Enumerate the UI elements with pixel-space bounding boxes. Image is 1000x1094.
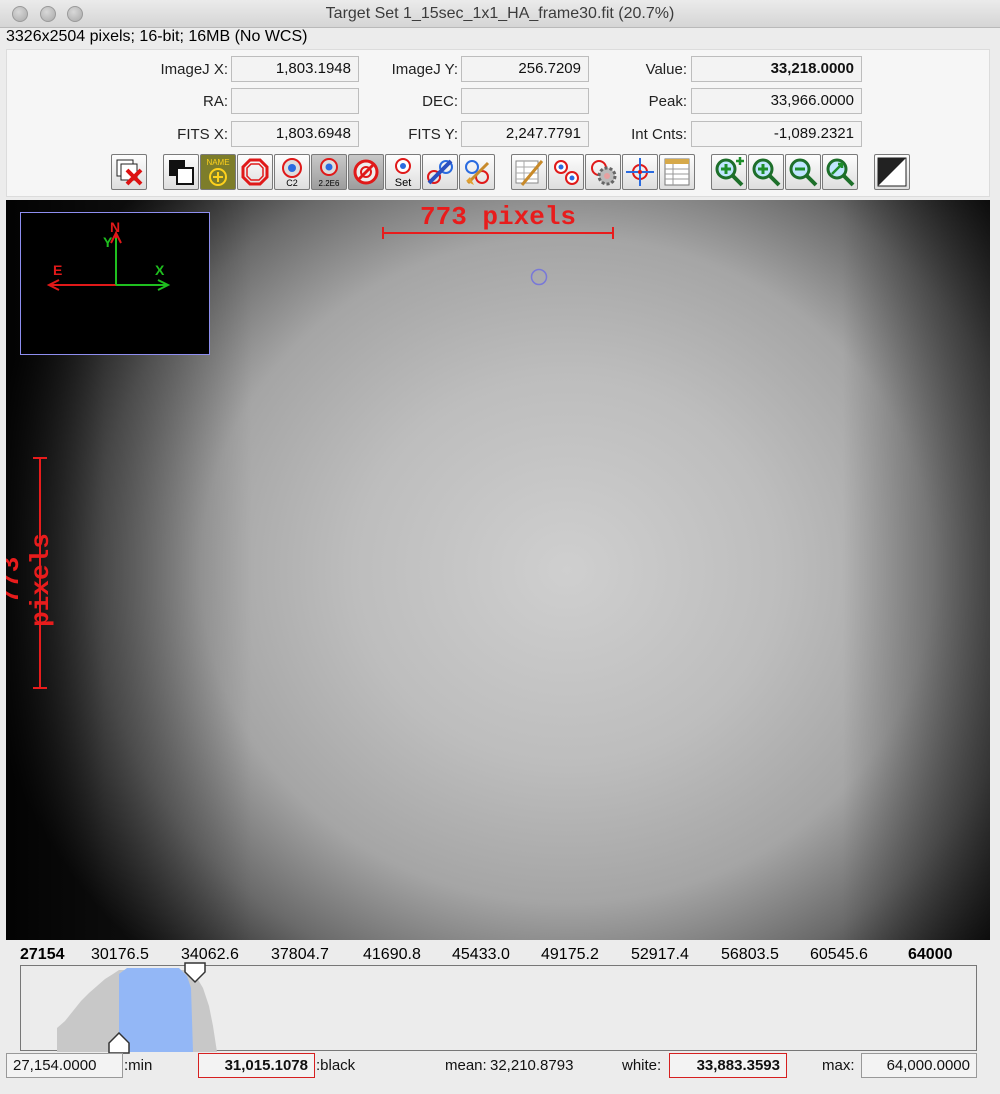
value-label: Value:	[645, 61, 687, 78]
histogram-tick: 49175.2	[541, 946, 599, 963]
zoom-in-icon	[752, 158, 781, 187]
histogram-tick: 37804.7	[271, 946, 329, 963]
histogram-tick: 30176.5	[91, 946, 149, 963]
window-title: Target Set 1_15sec_1x1_HA_frame30.fit (2…	[325, 5, 675, 22]
fits-x-field[interactable]: 1,803.6948	[231, 121, 359, 147]
pencil-aperture-icon	[427, 159, 453, 185]
multi-aperture-button[interactable]	[548, 154, 584, 190]
photometry-settings-button[interactable]	[585, 154, 621, 190]
invert-display-button[interactable]	[874, 154, 910, 190]
table-icon	[664, 158, 690, 186]
histogram-tick: 52917.4	[631, 946, 689, 963]
black-label: :black	[316, 1057, 356, 1074]
histogram-tick: 45433.0	[452, 946, 510, 963]
edit-aperture-button[interactable]	[422, 154, 458, 190]
max-value-field[interactable]: 64,000.0000	[861, 1053, 977, 1078]
ra-field[interactable]	[231, 88, 359, 114]
vertical-scale-label: 773 pixels	[6, 533, 56, 627]
min-value-field[interactable]: 27,154.0000	[6, 1053, 123, 1078]
histogram-tick: 60545.6	[810, 946, 868, 963]
align-button[interactable]	[622, 154, 658, 190]
imagej-y-field[interactable]: 256.7209	[461, 56, 589, 82]
imagej-x-field[interactable]: 1,803.1948	[231, 56, 359, 82]
clear-measurements-button[interactable]	[511, 154, 547, 190]
overlay-squares-icon	[169, 160, 194, 185]
gear-aperture-icon	[591, 160, 617, 186]
imagej-x-label: ImageJ X:	[160, 61, 228, 78]
centroid-c2-icon: C2	[282, 158, 302, 188]
crosshair-icon	[626, 158, 654, 186]
fits-y-label: FITS Y:	[408, 126, 458, 143]
show-names-button[interactable]: NAME	[200, 154, 236, 190]
orientation-compass: N Y E X	[20, 212, 210, 355]
multi-aperture-icon	[554, 160, 579, 185]
image-canvas[interactable]: N Y E X 773 pixels 773 pixels	[6, 200, 990, 940]
histogram-tick: 56803.5	[721, 946, 779, 963]
centroid-c2-button[interactable]: C2	[274, 154, 310, 190]
clear-apertures-button[interactable]	[459, 154, 495, 190]
svg-text:Set: Set	[395, 177, 412, 189]
histogram-tick: 64000	[908, 946, 953, 963]
histogram-panel[interactable]	[20, 962, 977, 1054]
contrast-triangle-icon	[877, 157, 907, 187]
value-field[interactable]: 33,218.0000	[691, 56, 862, 82]
counts-2-2e6-button[interactable]: 2.2E6	[311, 154, 347, 190]
dec-label: DEC:	[422, 93, 458, 110]
white-value-field[interactable]: 33,883.3593	[669, 1053, 787, 1078]
fits-y-field[interactable]: 2,247.7791	[461, 121, 589, 147]
compass-north-label: N	[110, 219, 120, 235]
image-info: 3326x2504 pixels; 16-bit; 16MB (No WCS)	[6, 28, 308, 45]
svg-text:2.2E6: 2.2E6	[319, 179, 340, 188]
histogram-tick: 41690.8	[363, 946, 421, 963]
mean-label: mean:	[445, 1057, 487, 1074]
zoom-out-button[interactable]	[785, 154, 821, 190]
zoom-in-plus-plus-icon	[715, 157, 744, 187]
counts-icon: 2.2E6	[319, 158, 340, 188]
fits-x-label: FITS X:	[177, 126, 228, 143]
intcnts-label: Int Cnts:	[631, 126, 687, 143]
clear-overlay-button[interactable]	[111, 154, 147, 190]
invert-overlay-button[interactable]	[163, 154, 199, 190]
max-label: max:	[822, 1057, 855, 1074]
compass-y-label: Y	[103, 234, 113, 250]
zoom-fit-button[interactable]	[822, 154, 858, 190]
compass-x-label: X	[155, 262, 165, 278]
set-aperture-button[interactable]: Set	[385, 154, 421, 190]
black-value-field[interactable]: 31,015.1078	[198, 1053, 315, 1078]
black-level-slider[interactable]	[108, 1032, 130, 1054]
horizontal-scale-bar	[382, 227, 614, 239]
zoom-in-fast-button[interactable]	[711, 154, 747, 190]
set-aperture-icon: Set	[395, 158, 412, 189]
name-icon: NAME	[206, 158, 230, 186]
cursor-aperture-marker	[530, 268, 548, 286]
no-aperture-icon	[353, 159, 379, 185]
octagon-ring-icon	[241, 158, 269, 186]
intcnts-field[interactable]: -1,089.2321	[691, 121, 862, 147]
histogram-tick: 27154	[20, 946, 65, 963]
white-level-slider[interactable]	[184, 962, 206, 986]
title-bar[interactable]: Target Set 1_15sec_1x1_HA_frame30.fit (2…	[0, 0, 1000, 28]
zoom-fit-icon	[826, 158, 855, 187]
broom-table-icon	[515, 160, 544, 186]
compass-east-label: E	[53, 262, 62, 278]
aperture-ring-button[interactable]	[237, 154, 273, 190]
remove-aperture-button[interactable]	[348, 154, 384, 190]
clear-overlay-icon	[116, 159, 143, 186]
histogram-tick-labels: 27154 30176.5 34062.6 37804.7 41690.8 45…	[18, 946, 968, 966]
zoom-out-icon	[789, 158, 818, 187]
min-label: :min	[124, 1057, 153, 1074]
measurements-table-button[interactable]	[659, 154, 695, 190]
zoom-in-button[interactable]	[748, 154, 784, 190]
dec-field[interactable]	[461, 88, 589, 114]
ra-label: RA:	[202, 93, 228, 110]
broom-icon	[465, 160, 490, 185]
peak-label: Peak:	[648, 93, 687, 110]
peak-field[interactable]: 33,966.0000	[691, 88, 862, 114]
mean-value: 32,210.8793	[490, 1057, 574, 1074]
white-label: white:	[622, 1057, 662, 1074]
svg-text:C2: C2	[286, 178, 298, 188]
imagej-y-label: ImageJ Y:	[391, 61, 458, 78]
astroimagej-window: Target Set 1_15sec_1x1_HA_frame30.fit (2…	[0, 0, 1000, 1094]
svg-text:NAME: NAME	[206, 158, 229, 167]
